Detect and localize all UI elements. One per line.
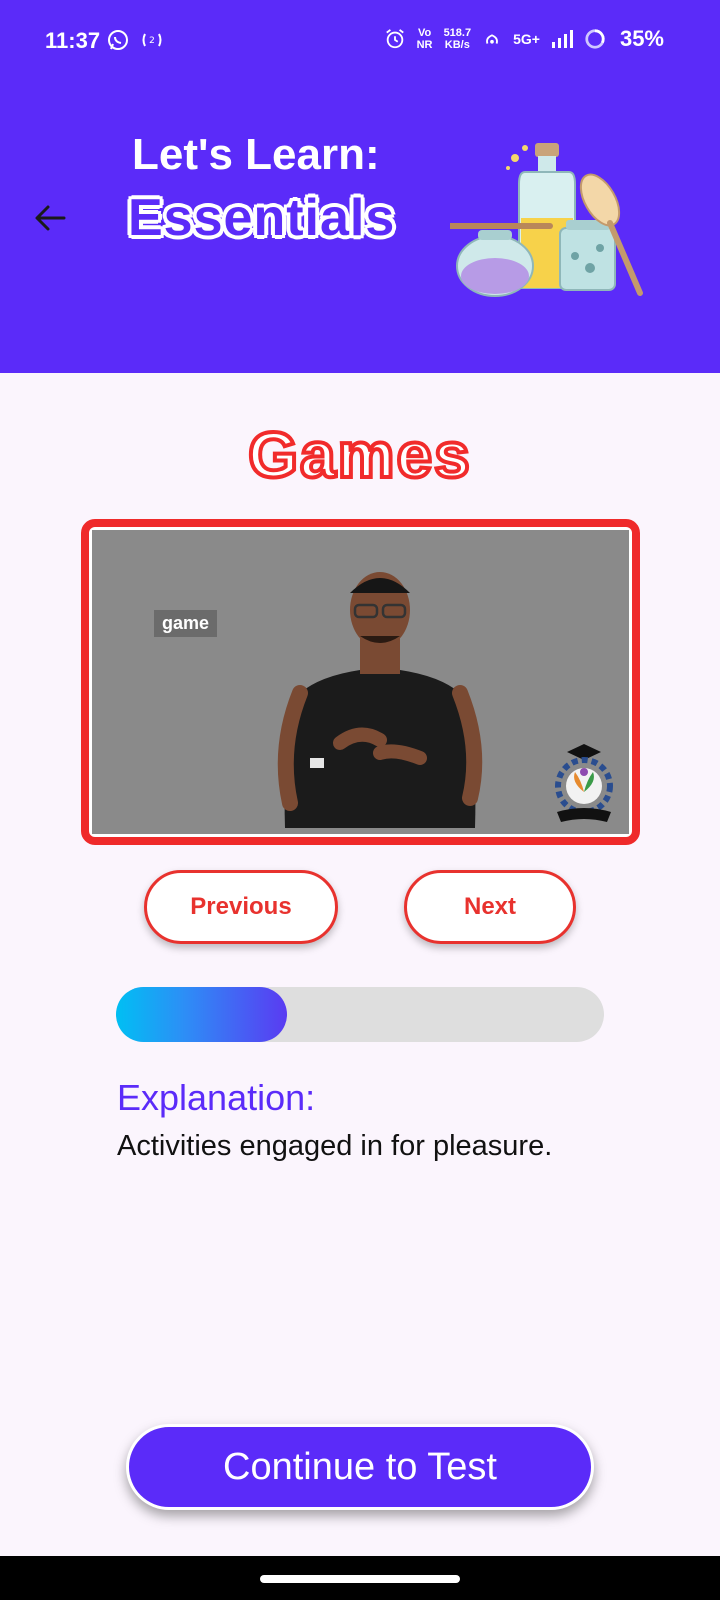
explanation-text: Activities engaged in for pleasure.: [117, 1130, 553, 1162]
essentials-illustration: [450, 143, 643, 297]
whatsapp-icon: [108, 30, 128, 50]
progress-bar: [116, 987, 604, 1042]
sign-language-video[interactable]: game: [92, 530, 629, 834]
back-arrow-icon[interactable]: [30, 198, 70, 238]
network-speed-unit: KB/s: [444, 39, 470, 51]
progress-fill: [116, 987, 287, 1042]
header-title-big: Essentials: [128, 189, 396, 247]
alarm-icon: [385, 29, 404, 49]
continue-to-test-button[interactable]: Continue to Test: [126, 1424, 594, 1510]
network-type: 5G+: [513, 31, 540, 47]
volte-indicator: Vo NR: [416, 27, 433, 51]
status-bar: 11:37 2 Vo NR 518.7 KB/s 5G+ 35%: [0, 0, 720, 84]
hotspot-signal-icon: [486, 34, 498, 44]
home-indicator[interactable]: [260, 1575, 460, 1583]
header: 11:37 2 Vo NR 518.7 KB/s 5G+ 35% Let's L…: [0, 0, 720, 373]
header-title-small: Let's Learn:: [132, 130, 380, 179]
battery-percent: 35%: [619, 26, 664, 51]
svg-text:2: 2: [149, 36, 155, 46]
explanation-heading: Explanation:: [117, 1077, 316, 1118]
signer-figure: [277, 572, 483, 828]
battery-icon: [585, 29, 605, 49]
network-speed: 518.7 KB/s: [444, 27, 472, 51]
system-nav-bar: [0, 1556, 720, 1600]
video-player[interactable]: game: [81, 519, 640, 845]
status-icons: Vo NR 518.7 KB/s 5G+ 35%: [384, 26, 664, 52]
previous-button[interactable]: Previous: [144, 870, 338, 944]
next-button[interactable]: Next: [404, 870, 576, 944]
signal-icon: [551, 30, 573, 48]
hotspot-icon: 2: [142, 33, 162, 47]
institute-logo: [555, 744, 613, 822]
section-title: Games: [246, 417, 472, 493]
status-time: 11:37: [45, 28, 101, 53]
network-speed-value: 518.7: [443, 27, 472, 39]
video-caption: game: [154, 610, 218, 637]
